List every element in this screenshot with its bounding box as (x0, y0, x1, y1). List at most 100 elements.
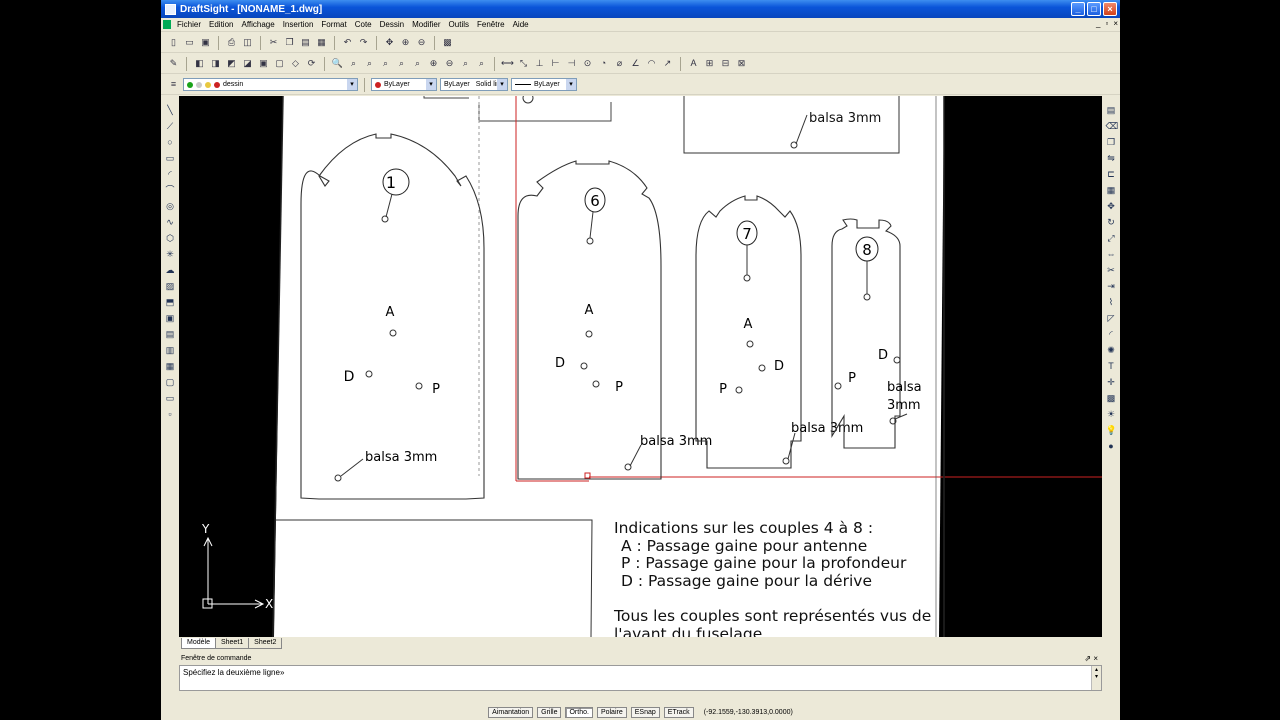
zoom-window-icon[interactable]: 🔍 (331, 57, 344, 70)
dim-center-icon[interactable]: ⊙ (581, 57, 594, 70)
match-properties-icon[interactable]: ▦ (315, 36, 328, 49)
dim-ordinate-icon[interactable]: ⊥ (533, 57, 546, 70)
text-icon[interactable]: T (1106, 361, 1117, 372)
stretch-icon[interactable]: ⇔ (1106, 249, 1117, 260)
view-refresh-icon[interactable]: ⟳ (305, 57, 318, 70)
print-preview-icon[interactable]: ◫ (241, 36, 254, 49)
line-icon[interactable]: ╲ (165, 105, 176, 116)
minimize-button[interactable]: _ (1071, 2, 1085, 16)
zoom-in-icon[interactable]: ⊕ (427, 57, 440, 70)
move-icon[interactable]: ✥ (1106, 201, 1117, 212)
fillet-icon[interactable]: ◜ (1106, 329, 1117, 340)
pencil-icon[interactable]: ✎ (167, 57, 180, 70)
view-bottom-icon[interactable]: ◨ (209, 57, 222, 70)
erase-icon[interactable]: ⌫ (1106, 121, 1119, 132)
menu-modifier[interactable]: Modifier (408, 20, 444, 29)
revision-cloud-icon[interactable]: ☁ (165, 265, 176, 276)
dim-arc-icon[interactable]: ◠ (645, 57, 658, 70)
drawing-canvas[interactable]: balsa 3mm 1 A D P balsa 3mm 6 A D P bals… (179, 96, 1102, 637)
polyline-icon[interactable]: ⌒ (165, 185, 176, 196)
note-icon[interactable]: ▥ (165, 345, 176, 356)
doc-restore-icon[interactable]: ▫ (1105, 19, 1108, 28)
pin-icon[interactable]: ⇗ (1084, 654, 1091, 663)
command-window[interactable]: Spécifiez la deuxième ligne» ▴ ▾ (179, 665, 1102, 691)
hatch-icon[interactable]: ▨ (165, 281, 176, 292)
pan-icon[interactable]: ✥ (383, 36, 396, 49)
table-style-icon[interactable]: ⊟ (719, 57, 732, 70)
redo-icon[interactable]: ↷ (357, 36, 370, 49)
arc-icon[interactable]: ◜ (165, 169, 176, 180)
lineweight-dropdown[interactable]: ByLayer ▾ (511, 78, 577, 91)
layer-freeze-icon[interactable]: ☀ (1106, 409, 1117, 420)
break-icon[interactable]: ⌇ (1106, 297, 1117, 308)
menu-edition[interactable]: Edition (205, 20, 237, 29)
layer-dropdown[interactable]: dessin ▾ (183, 78, 358, 91)
menu-format[interactable]: Format (317, 20, 350, 29)
zoom-fit-icon[interactable]: ⌕ (411, 57, 424, 70)
menu-cote[interactable]: Cote (351, 20, 376, 29)
block-icon[interactable]: ⬒ (165, 297, 176, 308)
image-icon[interactable]: ▦ (165, 361, 176, 372)
dim-aligned-icon[interactable]: ⤡ (517, 57, 530, 70)
view-front-icon[interactable]: ▣ (257, 57, 270, 70)
rotate-icon[interactable]: ↻ (1106, 217, 1117, 228)
table-icon[interactable]: ▤ (165, 329, 176, 340)
menu-fenetre[interactable]: Fenêtre (473, 20, 509, 29)
dim-radius-icon[interactable]: ◔ (597, 57, 610, 70)
light-bulb-icon[interactable]: 💡 (1106, 425, 1117, 436)
new-file-icon[interactable]: ▯ (167, 36, 180, 49)
cut-icon[interactable]: ✂ (267, 36, 280, 49)
trim-icon[interactable]: ✂ (1106, 265, 1117, 276)
dim-linear-icon[interactable]: ⟷ (501, 57, 514, 70)
view-top-icon[interactable]: ◧ (193, 57, 206, 70)
spline-icon[interactable]: ∿ (165, 217, 176, 228)
ortho-toggle[interactable]: Ortho. (565, 707, 593, 718)
offset-icon[interactable]: ⊏ (1106, 169, 1117, 180)
infinite-line-icon[interactable]: ⟋ (165, 121, 176, 132)
tab-sheet1[interactable]: Sheet1 (214, 638, 250, 649)
group-icon[interactable]: ▩ (1106, 393, 1117, 404)
dim-continue-icon[interactable]: ⊣ (565, 57, 578, 70)
view-left-icon[interactable]: ◩ (225, 57, 238, 70)
copy-icon[interactable]: ❐ (283, 36, 296, 49)
copy-entity-icon[interactable]: ❐ (1106, 137, 1117, 148)
snap-icon[interactable]: ✛ (1106, 377, 1117, 388)
view-right-icon[interactable]: ◪ (241, 57, 254, 70)
save-icon[interactable]: ▣ (199, 36, 212, 49)
tolerance-icon[interactable]: ⊠ (735, 57, 748, 70)
text-style-icon[interactable]: A (687, 57, 700, 70)
dim-diameter-icon[interactable]: ⌀ (613, 57, 626, 70)
chamfer-icon[interactable]: ◸ (1106, 313, 1117, 324)
layer-manager-icon[interactable]: ≡ (167, 78, 180, 91)
doc-close-icon[interactable]: × (1113, 19, 1118, 28)
zoom-scale-icon[interactable]: ⌕ (363, 57, 376, 70)
view-back-icon[interactable]: ▢ (273, 57, 286, 70)
dim-style-icon[interactable]: ⊞ (703, 57, 716, 70)
polygon-icon[interactable]: ⬡ (165, 233, 176, 244)
command-scrollbar[interactable]: ▴ ▾ (1091, 666, 1101, 690)
zoom-center-icon[interactable]: ⌕ (379, 57, 392, 70)
mirror-icon[interactable]: ⇋ (1106, 153, 1117, 164)
zoom-all-icon[interactable]: ⌕ (459, 57, 472, 70)
insert-block-icon[interactable]: ▣ (165, 313, 176, 324)
wipeout-icon[interactable]: ▭ (165, 393, 176, 404)
zoom-out-icon[interactable]: ⊖ (443, 57, 456, 70)
region-icon[interactable]: ▢ (165, 377, 176, 388)
explode-icon[interactable]: ✺ (1106, 345, 1117, 356)
zoom-dynamic-icon[interactable]: ⌕ (347, 57, 360, 70)
point-icon[interactable]: ✳ (165, 249, 176, 260)
grid-toggle[interactable]: Grille (537, 707, 562, 718)
undo-icon[interactable]: ↶ (341, 36, 354, 49)
properties-icon[interactable]: ▩ (441, 36, 454, 49)
menu-fichier[interactable]: Fichier (173, 20, 205, 29)
view-iso-icon[interactable]: ◇ (289, 57, 302, 70)
dim-angle-icon[interactable]: ∠ (629, 57, 642, 70)
etrack-toggle[interactable]: ETrack (663, 707, 694, 718)
properties-panel-icon[interactable]: ▤ (1106, 105, 1117, 116)
polar-toggle[interactable]: Polaire (596, 707, 627, 718)
dim-baseline-icon[interactable]: ⊢ (549, 57, 562, 70)
zoom-previous-icon[interactable]: ⊖ (415, 36, 428, 49)
color-dropdown[interactable]: ByLayer ▾ (371, 78, 437, 91)
scale-icon[interactable]: ⤢ (1106, 233, 1117, 244)
menu-aide[interactable]: Aide (509, 20, 533, 29)
